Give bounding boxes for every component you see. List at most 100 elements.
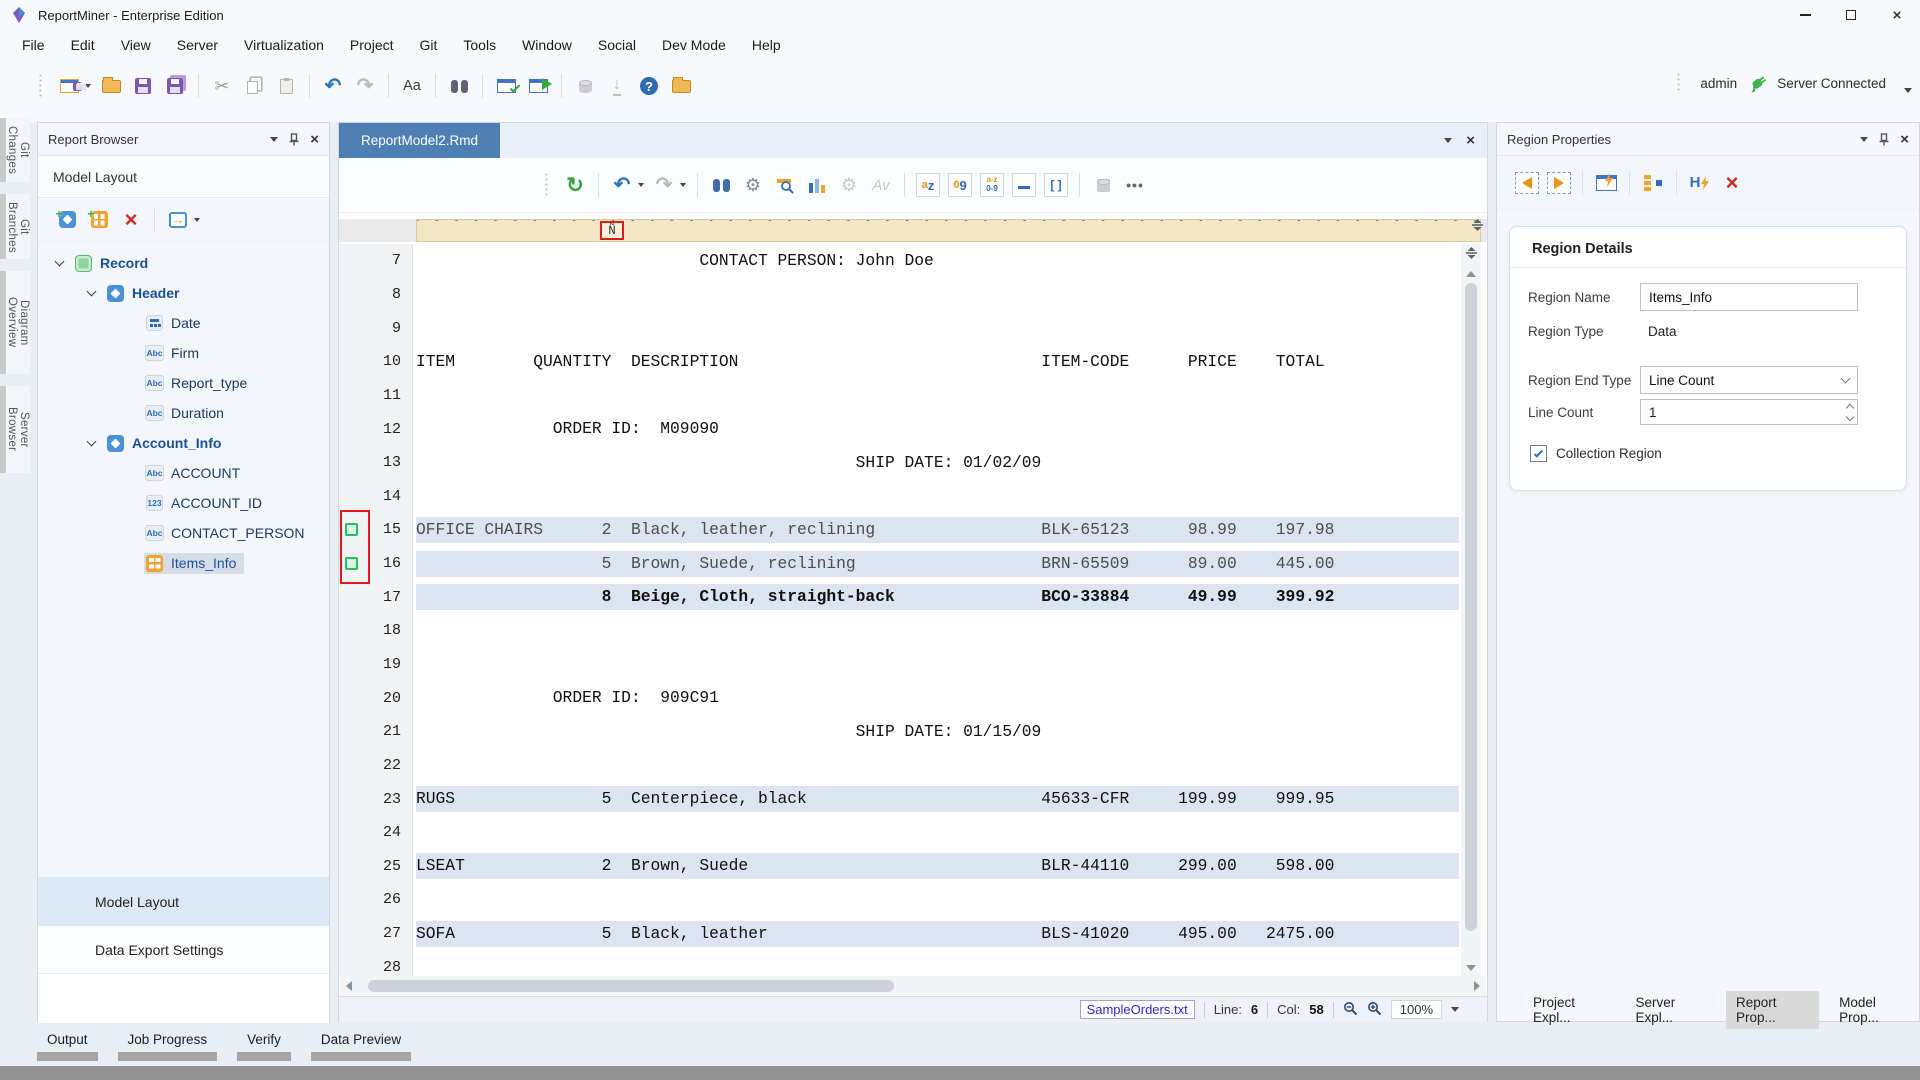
verify-model-icon[interactable] [492,72,520,100]
report-line-20[interactable]: 20 ORDER ID: 909C91 [339,681,1459,715]
report-line-16[interactable]: 16 5 Brown, Suede, reclining BRN-65509 8… [339,547,1459,581]
tab-data-preview[interactable]: Data Preview [311,1029,411,1061]
report-line-17[interactable]: 17 8 Beige, Cloth, straight-back BCO-338… [339,580,1459,614]
scroll-left-icon[interactable] [346,981,352,991]
tab-model-prop-[interactable]: Model Prop... [1829,991,1919,1029]
tree-item-record[interactable]: Record [38,248,329,278]
report-line-19[interactable]: 19 [339,648,1459,682]
undo-icon[interactable]: ↶ [319,72,347,100]
deploy-database-icon[interactable] [571,72,599,100]
panel-menu-icon[interactable] [1860,137,1868,142]
document-tab[interactable]: ReportModel2.Rmd [339,123,500,158]
close-panel-icon[interactable]: × [310,131,319,148]
dropdown-caret-icon[interactable] [638,183,644,187]
model-layout-view-button[interactable]: Model Layout [38,877,329,925]
copy-icon[interactable] [240,72,268,100]
tab-job-progress[interactable]: Job Progress [118,1029,218,1061]
save-all-icon[interactable] [161,72,189,100]
report-line-22[interactable]: 22 [339,749,1459,783]
o9-icon[interactable]: 09 [946,171,974,199]
tab-list-icon[interactable] [1444,138,1452,143]
previous-region-icon[interactable] [1513,169,1541,197]
tree-item-account-info[interactable]: Account_Info [38,428,329,458]
menu-edit[interactable]: Edit [61,32,105,58]
delete-node-icon[interactable]: × [117,206,145,234]
auto-parse-icon[interactable]: H [1686,169,1714,197]
report-line-8[interactable]: 8 [339,278,1459,312]
tree-item-account-id[interactable]: 123ACCOUNT_ID [38,488,329,518]
close-panel-icon[interactable]: × [1900,131,1909,148]
report-line-24[interactable]: 24 [339,816,1459,850]
add-report-region-icon[interactable]: + [53,206,81,234]
source-file-name[interactable]: SampleOrders.txt [1080,1000,1195,1019]
report-line-18[interactable]: 18 [339,614,1459,648]
data-export-settings-button[interactable]: Data Export Settings [38,925,329,973]
chevron-expanded-icon[interactable] [55,256,65,266]
tree-item-contact-person[interactable]: AbcCONTACT_PERSON [38,518,329,548]
brackets-icon[interactable]: [ ] [1042,171,1070,199]
find-icon[interactable] [445,72,473,100]
split-handle-icon[interactable] [1471,218,1484,237]
region-end-type-select[interactable]: Line Count [1640,366,1858,394]
tree-item-items-info[interactable]: Items_Info [38,548,329,578]
side-tab-diagram-overview[interactable]: Diagram Overview [0,271,30,374]
close-document-icon[interactable]: × [1466,132,1475,149]
paste-icon[interactable] [272,72,300,100]
font-disabled-icon[interactable]: Av [867,171,895,199]
tree-item-date[interactable]: Date [38,308,329,338]
dropdown-caret-icon[interactable] [194,218,200,222]
close-button[interactable]: × [1874,0,1920,30]
report-line-9[interactable]: 9 [339,311,1459,345]
report-line-13[interactable]: 13 SHIP DATE: 01/02/09 [339,446,1459,480]
tab-report-prop-[interactable]: Report Prop... [1726,991,1819,1029]
table-check-icon[interactable] [1089,171,1117,199]
report-line-28[interactable]: 28 [339,950,1459,976]
scroll-right-icon[interactable] [1474,981,1480,991]
report-line-27[interactable]: 27SOFA 5 Black, leather BLS-41020 495.00… [339,917,1459,951]
pattern-icon[interactable]: ⚙ [739,171,767,199]
new-model-icon[interactable] [55,72,83,100]
report-line-26[interactable]: 26 [339,883,1459,917]
panel-menu-icon[interactable] [270,137,278,142]
toolbar-grip[interactable] [544,172,549,198]
redo-icon[interactable]: ↷ [351,72,379,100]
tab-server-expl-[interactable]: Server Expl... [1625,991,1716,1029]
tree-item-account[interactable]: AbcACCOUNT [38,458,329,488]
report-line-25[interactable]: 25LSEAT 2 Brown, Suede BLR-44110 299.00 … [339,850,1459,884]
spin-up-icon[interactable] [1846,403,1854,411]
tab-verify[interactable]: Verify [237,1029,291,1061]
toolbar-grip[interactable] [1676,72,1681,94]
chart-icon[interactable] [803,171,831,199]
menu-virtualization[interactable]: Virtualization [234,32,334,58]
open-server-folder-icon[interactable] [667,72,695,100]
menu-social[interactable]: Social [588,32,646,58]
menu-help[interactable]: Help [742,32,791,58]
horizontal-scroll-thumb[interactable] [368,980,894,992]
pin-icon[interactable] [289,133,299,146]
tree-item-report-type[interactable]: AbcReport_type [38,368,329,398]
redo-icon[interactable]: ↷ [650,171,678,199]
dropdown-caret-icon[interactable] [85,84,91,88]
az09-icon[interactable]: a-z0-9 [978,171,1006,199]
splitter-grip-icon[interactable] [1465,246,1478,265]
minimize-button[interactable] [1782,0,1828,30]
region-name-input[interactable] [1640,283,1858,311]
report-line-14[interactable]: 14 [339,479,1459,513]
dropdown-caret-icon[interactable] [680,183,686,187]
report-line-7[interactable]: 7 CONTACT PERSON: John Doe [339,244,1459,278]
report-line-15[interactable]: 15OFFICE CHAIRS 2 Black, leather, reclin… [339,513,1459,547]
side-tab-git-changes[interactable]: Git Changes [0,118,30,182]
next-region-icon[interactable] [1545,169,1573,197]
menu-git[interactable]: Git [410,32,448,58]
refresh-icon[interactable]: ↻ [561,171,589,199]
help-icon[interactable]: ? [635,72,663,100]
tab-output[interactable]: Output [37,1029,98,1061]
menu-server[interactable]: Server [167,32,228,58]
menu-project[interactable]: Project [340,32,404,58]
import-data-icon[interactable]: ↓ [603,72,631,100]
menu-tools[interactable]: Tools [453,32,506,58]
auto-create-region-icon[interactable] [1592,169,1620,197]
collection-region-checkbox[interactable] [1530,445,1547,462]
scroll-down-icon[interactable] [1466,965,1476,971]
spin-down-icon[interactable] [1846,412,1854,420]
